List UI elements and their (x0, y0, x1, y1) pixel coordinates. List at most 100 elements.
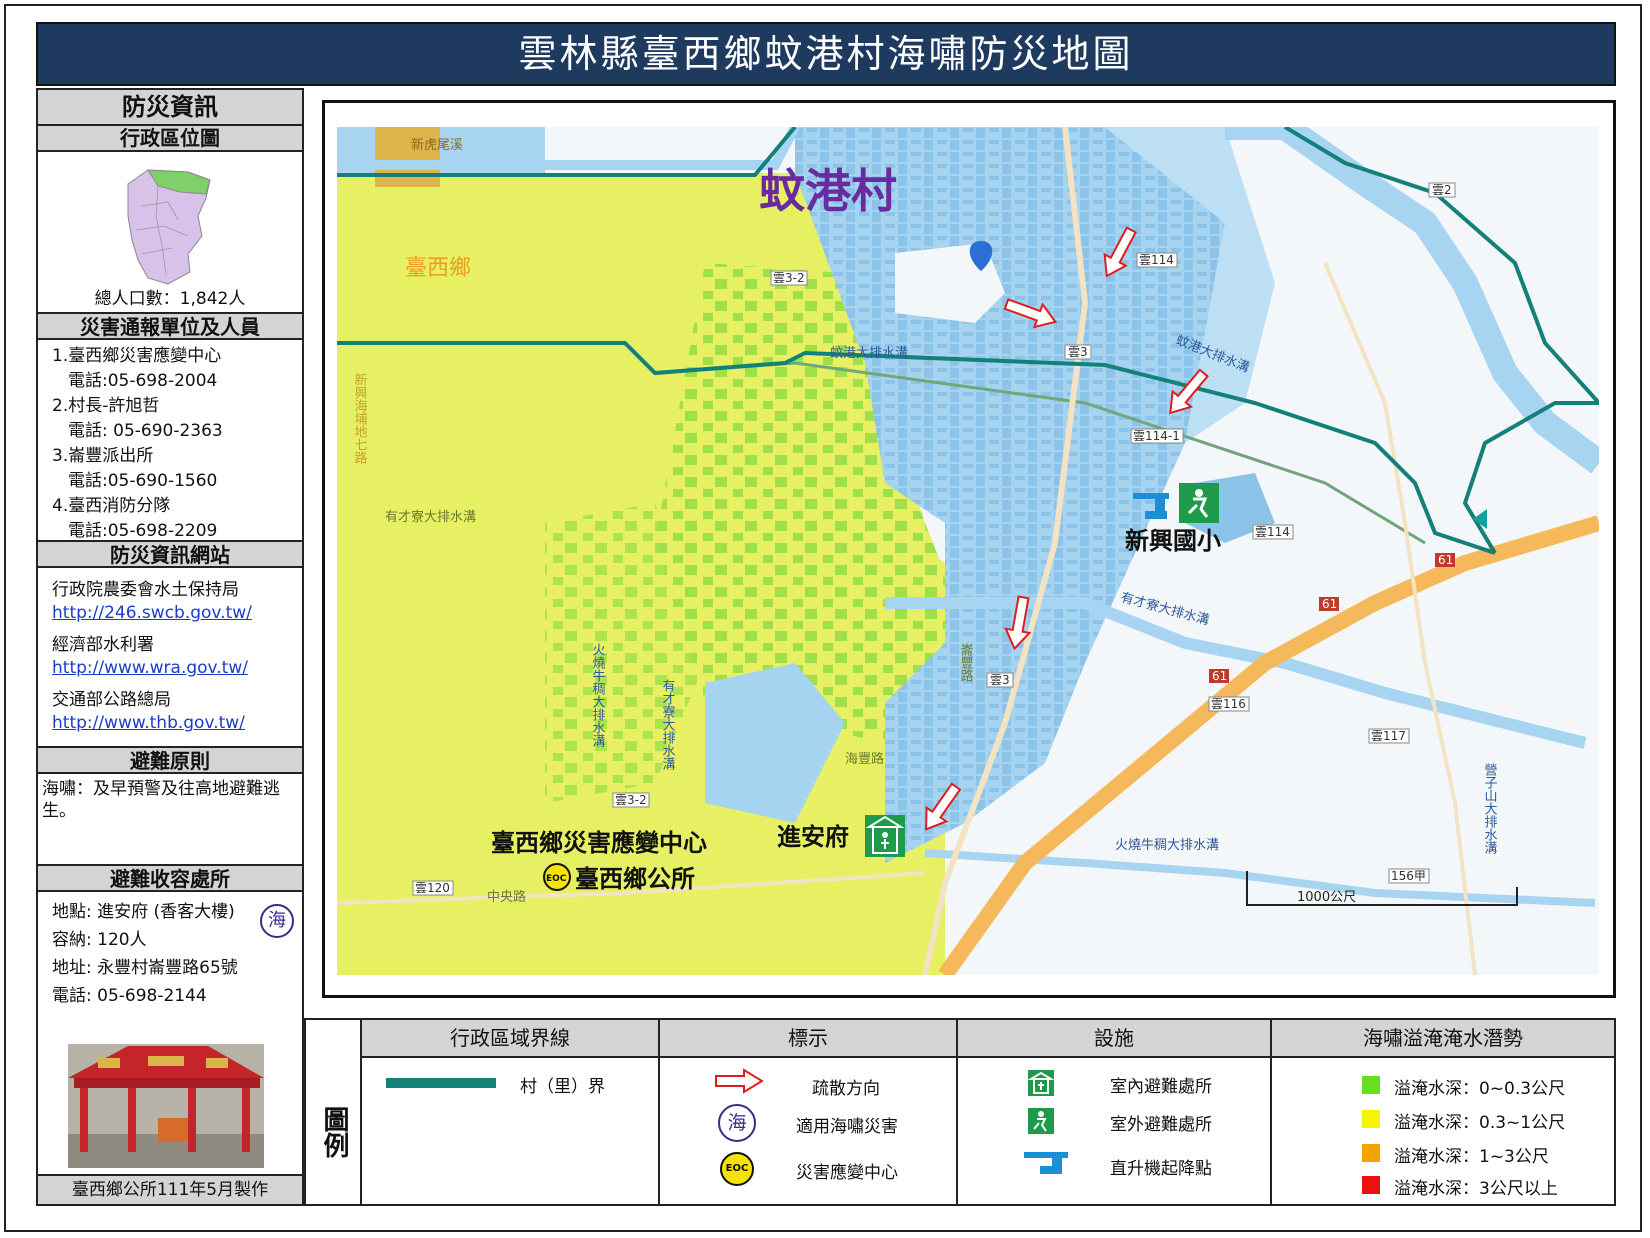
road-label: 雲120 (415, 881, 450, 895)
inundation-swatch (1362, 1076, 1380, 1094)
place-label: 中央路 (487, 889, 526, 905)
inundation-label: 溢淹水深：0~0.3公尺 (1394, 1079, 1566, 1099)
village-label: 蚊港村 (759, 164, 897, 218)
maker-footer: 臺西鄉公所111年5月製作 (38, 1174, 302, 1204)
indoor-shelter-icon (865, 815, 905, 857)
place-label: 新興海埔地七路 (352, 372, 368, 464)
contact-name: 4.臺西消防分隊 (52, 496, 171, 516)
place-label: 海豐路 (845, 751, 884, 767)
road-label: 雲3-2 (615, 793, 647, 807)
inundation-label: 溢淹水深：1~3公尺 (1394, 1147, 1549, 1167)
contact-name: 1.臺西鄉災害應變中心 (52, 346, 222, 366)
road-label: 雲3 (990, 673, 1010, 687)
place-label: 有才寮大排水溝 (660, 679, 676, 771)
outdoor-shelter-icon (1179, 483, 1219, 523)
office-label: 臺西鄉公所 (575, 865, 695, 893)
scale-label: 1000公尺 (1297, 890, 1356, 905)
facility-label: 直升機起降點 (1110, 1159, 1212, 1179)
tsunami-badge-icon: 海 (260, 904, 294, 938)
marks-column-header: 標示 (660, 1020, 958, 1058)
indoor-shelter-icon (1028, 1070, 1054, 1096)
road-label: 雲114 (1255, 525, 1290, 539)
website-link[interactable]: http://www.wra.gov.tw/ (38, 658, 302, 678)
population-text: 總人口數：1,842人 (94, 289, 246, 309)
inundation-swatch (1362, 1110, 1380, 1128)
road-label: 61 (1322, 597, 1337, 611)
temple-photo-image (68, 1044, 264, 1168)
facility-label: 室內避難處所 (1110, 1077, 1212, 1097)
outdoor-shelter-icon (1028, 1108, 1054, 1134)
legend-panel: 圖例 行政區域界線 標示 設施 海嘯溢淹淹水潛勢 村（里）界 疏散方向 海 適用… (304, 1018, 1616, 1206)
road-label: 雲2 (1432, 183, 1452, 197)
boundary-label: 村（里）界 (520, 1077, 605, 1097)
info-header: 防災資訊 (38, 90, 302, 126)
township-label: 臺西鄉 (405, 256, 471, 281)
road-label: 雲114 (1139, 253, 1174, 267)
map-canvas: 蚊港村 臺西鄉 新虎尾溪 蚊港大排水溝 蚊港大排水溝 有才寮大排水溝 有才寮大排… (337, 127, 1599, 975)
contact-phone: 電話:05-698-2004 (68, 371, 218, 391)
eoc-badge-text: EOC (546, 874, 567, 884)
mark-label: 適用海嘯災害 (796, 1117, 898, 1137)
eoc-label: 臺西鄉災害應變中心 (491, 829, 707, 857)
shelter-phone: 電話: 05-698-2144 (52, 986, 207, 1006)
eoc-icon: EOC (720, 1152, 754, 1186)
websites-header: 防災資訊網站 (38, 540, 302, 568)
inundation-column-header: 海嘯溢淹淹水潛勢 (1272, 1020, 1614, 1058)
helipad-icon (1024, 1152, 1068, 1174)
website-org: 交通部公路總局 (52, 690, 171, 710)
evacuation-arrow-icon (715, 1068, 764, 1094)
contact-phone: 電話:05-690-1560 (68, 471, 218, 491)
contacts-header: 災害通報單位及人員 (38, 312, 302, 340)
road-label: 雲116 (1211, 697, 1246, 711)
facilities-column-header: 設施 (958, 1020, 1272, 1058)
legend-side-label: 圖例 (306, 1020, 362, 1204)
facility-label: 室外避難處所 (1110, 1115, 1212, 1135)
tsunami-badge-icon: 海 (718, 1104, 756, 1142)
school-label: 新興國小 (1125, 527, 1221, 555)
map-frame: 蚊港村 臺西鄉 新虎尾溪 蚊港大排水溝 蚊港大排水溝 有才寮大排水溝 有才寮大排… (322, 100, 1616, 998)
shelter-photo (38, 1038, 302, 1182)
websites-list: 行政院農委會水土保持局 http://246.swcb.gov.tw/ 經濟部水… (38, 568, 302, 746)
road-label: 61 (1212, 669, 1227, 683)
mark-label: 疏散方向 (812, 1079, 880, 1099)
website-link[interactable]: http://246.swcb.gov.tw/ (38, 603, 302, 623)
boundary-column-header: 行政區域界線 (362, 1020, 660, 1058)
road-label: 156甲 (1391, 869, 1426, 883)
inundation-swatch (1362, 1144, 1380, 1162)
road-label: 61 (1438, 553, 1453, 567)
road-label: 雲3-2 (773, 271, 805, 285)
website-org: 經濟部水利署 (52, 635, 154, 655)
page-title: 雲林縣臺西鄉蚊港村海嘯防災地圖 (36, 22, 1616, 86)
contacts-list: 1.臺西鄉災害應變中心 電話:05-698-2004 2.村長-許旭哲 電話: … (38, 340, 302, 541)
road-label: 雲3 (1068, 345, 1088, 359)
inundation-swatch (1362, 1176, 1380, 1194)
boundary-swatch (386, 1078, 496, 1088)
place-label: 火燒牛稠大排水溝 (590, 643, 606, 748)
shelter-address: 地址: 永豐村崙豐路65號 (52, 958, 238, 978)
hazard-map[interactable]: 蚊港村 臺西鄉 新虎尾溪 蚊港大排水溝 蚊港大排水溝 有才寮大排水溝 有才寮大排… (325, 103, 1613, 995)
place-label: 蚊港大排水溝 (830, 346, 908, 361)
place-label: 火燒牛稠大排水溝 (1115, 838, 1219, 853)
info-sidebar: 防災資訊 行政區位圖 總人口數：1,842人 災害通報單位及人員 1.臺西鄉災害… (36, 88, 304, 1206)
principle-header: 避難原則 (38, 746, 302, 774)
principle-text: 海嘯：及早預警及往高地避難逃生。 (42, 779, 280, 821)
inundation-label: 溢淹水深：0.3~1公尺 (1394, 1113, 1566, 1133)
website-link[interactable]: http://www.thb.gov.tw/ (38, 713, 302, 733)
contact-name: 3.崙豐派出所 (52, 446, 154, 466)
place-label: 營子山大排水溝 (1482, 763, 1498, 855)
website-org: 行政院農委會水土保持局 (52, 580, 239, 600)
temple-label: 進安府 (777, 823, 849, 851)
contact-phone: 電話: 05-690-2363 (68, 421, 223, 441)
mark-label: 災害應變中心 (796, 1163, 898, 1183)
place-label: 新虎尾溪 (411, 137, 463, 153)
township-locator-map (127, 169, 211, 285)
shelter-info: 地點: 進安府 (香客大樓) 容納: 120人 地址: 永豐村崙豐路65號 電話… (38, 892, 302, 1038)
place-label: 有才寮大排水溝 (385, 509, 476, 525)
road-label: 雲117 (1371, 729, 1406, 743)
admin-locator-map: 總人口數：1,842人 (38, 152, 302, 312)
shelter-header: 避難收容處所 (38, 864, 302, 892)
contact-name: 2.村長-許旭哲 (52, 396, 160, 416)
inundation-label: 溢淹水深：3公尺以上 (1394, 1179, 1558, 1199)
admin-map-header: 行政區位圖 (38, 126, 302, 152)
road-label: 雲114-1 (1133, 429, 1180, 443)
